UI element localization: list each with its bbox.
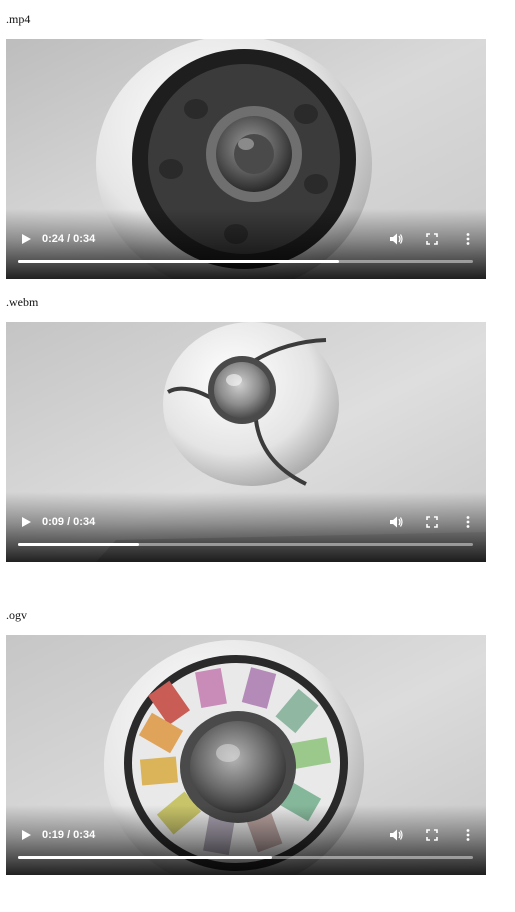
mute-button[interactable] <box>386 825 406 845</box>
video-format-label: .webm <box>6 295 39 309</box>
volume-icon <box>390 233 403 245</box>
more-options-icon <box>466 516 470 528</box>
mute-button[interactable] <box>386 229 406 249</box>
more-options-button[interactable] <box>458 229 478 249</box>
video-controls: 0:24 / 0:34 <box>6 209 486 279</box>
more-options-icon <box>466 233 470 245</box>
play-icon <box>22 517 31 527</box>
play-icon <box>22 234 31 244</box>
more-options-icon <box>466 829 470 841</box>
video-controls: 0:19 / 0:34 <box>6 805 486 875</box>
video-format-label: .ogv <box>6 608 27 622</box>
video-player-ogv[interactable]: 0:19 / 0:34 <box>6 635 486 875</box>
fullscreen-button[interactable] <box>422 229 442 249</box>
play-icon <box>22 830 31 840</box>
play-button[interactable] <box>16 229 36 249</box>
more-options-button[interactable] <box>458 825 478 845</box>
progress-bar[interactable] <box>18 260 473 263</box>
video-player-webm[interactable]: 0:09 / 0:34 <box>6 322 486 562</box>
volume-icon <box>390 829 403 841</box>
volume-icon <box>390 516 403 528</box>
video-player-mp4[interactable]: 0:24 / 0:34 <box>6 39 486 279</box>
progress-bar[interactable] <box>18 856 473 859</box>
fullscreen-icon <box>426 829 438 841</box>
more-options-button[interactable] <box>458 512 478 532</box>
progress-bar[interactable] <box>18 543 473 546</box>
time-display: 0:19 / 0:34 <box>42 829 96 841</box>
time-display: 0:09 / 0:34 <box>42 516 96 528</box>
mute-button[interactable] <box>386 512 406 532</box>
progress-fill <box>18 260 340 263</box>
fullscreen-icon <box>426 516 438 528</box>
fullscreen-button[interactable] <box>422 512 442 532</box>
play-button[interactable] <box>16 825 36 845</box>
play-button[interactable] <box>16 512 36 532</box>
video-controls: 0:09 / 0:34 <box>6 492 486 562</box>
fullscreen-icon <box>426 233 438 245</box>
time-display: 0:24 / 0:34 <box>42 233 96 245</box>
fullscreen-button[interactable] <box>422 825 442 845</box>
progress-fill <box>18 543 139 546</box>
video-format-label: .mp4 <box>6 12 31 26</box>
progress-fill <box>18 856 273 859</box>
